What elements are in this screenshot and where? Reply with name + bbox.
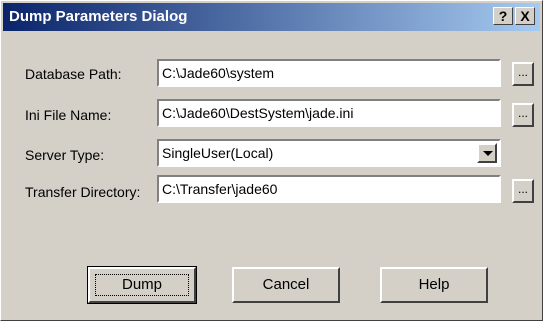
close-icon[interactable]: X [515, 7, 535, 25]
ini-file-name-field[interactable]: C:\Jade60\DestSystem\jade.ini [157, 99, 501, 127]
help-icon[interactable]: ? [493, 7, 513, 25]
chevron-down-icon[interactable] [477, 143, 497, 163]
ini-file-name-browse-button[interactable]: ... [512, 103, 534, 127]
dump-parameters-dialog: Dump Parameters Dialog ? X Database Path… [0, 0, 543, 321]
dump-button-label: Dump [90, 269, 194, 301]
database-path-label: Database Path: [25, 66, 122, 82]
database-path-browse-button[interactable]: ... [512, 62, 534, 86]
transfer-directory-field[interactable]: C:\Transfer\jade60 [157, 175, 501, 203]
database-path-field[interactable]: C:\Jade60\system [157, 59, 501, 87]
server-type-value: SingleUser(Local) [162, 145, 274, 161]
server-type-select[interactable]: SingleUser(Local) [157, 139, 501, 167]
cancel-button[interactable]: Cancel [232, 267, 340, 303]
server-type-label: Server Type: [25, 147, 105, 163]
title-bar[interactable]: Dump Parameters Dialog ? X [3, 3, 540, 31]
window-title: Dump Parameters Dialog [9, 8, 188, 25]
ini-file-name-label: Ini File Name: [25, 107, 112, 123]
dump-button[interactable]: Dump [87, 266, 197, 304]
transfer-directory-browse-button[interactable]: ... [512, 179, 534, 203]
help-button[interactable]: Help [380, 267, 488, 303]
transfer-directory-label: Transfer Directory: [25, 184, 141, 200]
